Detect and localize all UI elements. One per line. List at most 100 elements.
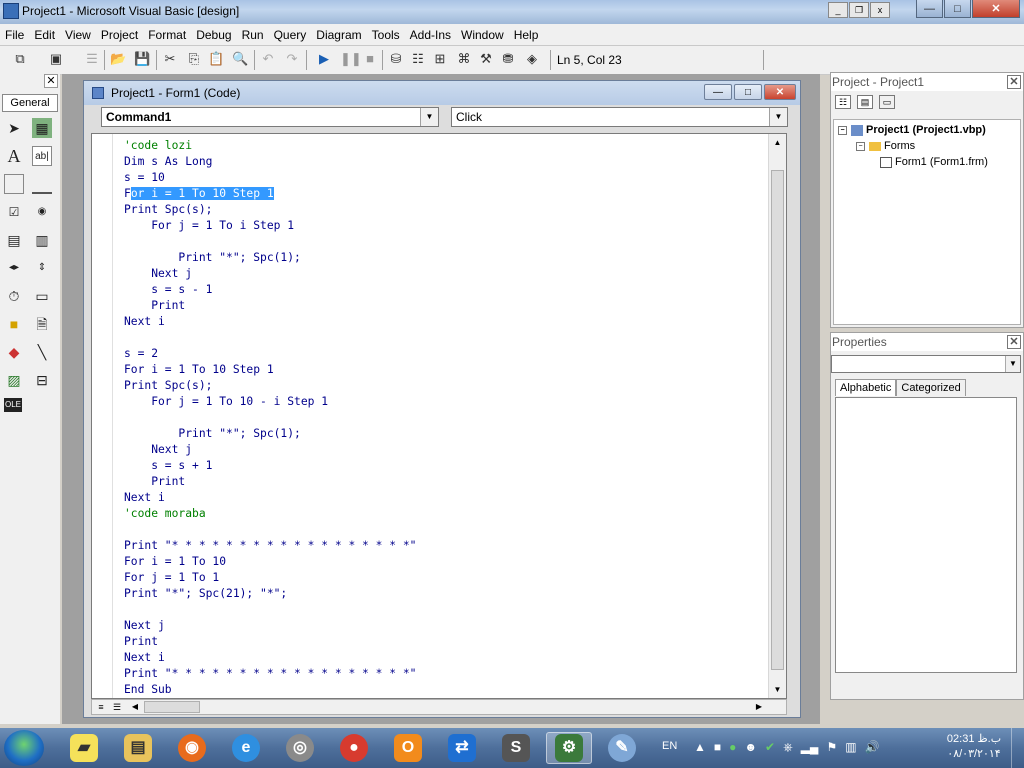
taskbar-ie[interactable]: e [224, 732, 268, 764]
menu-project[interactable]: Project [96, 28, 143, 42]
menu-debug[interactable]: Debug [191, 28, 236, 42]
mdi-close-icon[interactable]: x [870, 2, 890, 18]
object-combo[interactable]: Command1 ▼ [101, 107, 439, 127]
object-browser-icon[interactable]: ⌘ [456, 51, 472, 67]
add-project-icon[interactable]: ⧉ [12, 51, 28, 67]
network-icon[interactable]: ▥ [845, 740, 856, 755]
optionbutton-icon[interactable]: ◉ [32, 202, 52, 222]
code-line[interactable]: Print "* * * * * * * * * * * * * * * * *… [124, 538, 416, 554]
taskbar-teamviewer[interactable]: ⇄ [440, 732, 484, 764]
menu-edit[interactable]: Edit [29, 28, 60, 42]
hscrollbar-icon[interactable]: ◂▸ [4, 258, 24, 278]
commandbutton-icon[interactable] [32, 174, 52, 194]
minimize-button[interactable]: — [916, 0, 943, 18]
shape-icon[interactable]: ◆ [4, 342, 24, 362]
collapse-icon[interactable]: − [856, 141, 865, 151]
menu-format[interactable]: Format [143, 28, 191, 42]
code-line[interactable]: Next i [124, 314, 416, 330]
taskbar-media[interactable]: ◎ [278, 732, 322, 764]
listbox-icon[interactable]: ▥ [32, 230, 52, 250]
menu-query[interactable]: Query [269, 28, 312, 42]
timer-icon[interactable]: ⏱ [4, 286, 24, 306]
code-line[interactable]: Print "*"; Spc(1); [124, 250, 416, 266]
tab-categorized[interactable]: Categorized [896, 379, 966, 396]
object-selector[interactable]: ▼ [831, 355, 1021, 373]
margin-indicator-bar[interactable] [92, 134, 113, 698]
language-indicator[interactable]: EN [662, 740, 677, 752]
taskbar-firefox[interactable]: ◉ [170, 732, 214, 764]
menu-view[interactable]: View [60, 28, 96, 42]
menu-add-ins[interactable]: Add-Ins [405, 28, 456, 42]
code-line[interactable]: Print [124, 298, 416, 314]
open-project-icon[interactable]: 📂 [110, 51, 126, 67]
code-close-button[interactable]: ✕ [764, 84, 796, 100]
code-line[interactable]: s = 10 [124, 170, 416, 186]
add-form-icon[interactable]: ▣ [48, 51, 64, 67]
cut-icon[interactable]: ✂ [162, 51, 178, 67]
toolbox-general-tab[interactable]: General [2, 94, 58, 112]
tab-alphabetic[interactable]: Alphabetic [835, 379, 897, 396]
code-line[interactable]: Next j [124, 266, 416, 282]
view-object-icon[interactable]: ▤ [857, 95, 873, 109]
clock[interactable]: 02:31 ب.ظ ۰۸/۰۳/۲۰۱۴ [942, 732, 1006, 762]
code-line[interactable]: For j = 1 To 1 [124, 570, 416, 586]
show-desktop-button[interactable] [1011, 728, 1024, 768]
find-icon[interactable]: 🔍 [232, 51, 248, 67]
code-line[interactable]: For i = 1 To 10 Step 1 [124, 186, 416, 202]
project-explorer-icon[interactable]: ⛁ [388, 51, 404, 67]
paste-icon[interactable]: 📋 [208, 51, 224, 67]
save-project-icon[interactable]: 💾 [134, 51, 150, 67]
code-line[interactable]: Next j [124, 618, 416, 634]
code-line[interactable]: s = 2 [124, 346, 416, 362]
tree-node-forms[interactable]: − Forms [856, 140, 915, 152]
chevron-down-icon[interactable]: ▼ [1005, 356, 1020, 372]
signal-icon[interactable]: ▂▄ [801, 740, 819, 755]
drivelistbox-icon[interactable]: ▭ [32, 286, 52, 306]
code-line[interactable] [124, 522, 416, 538]
dirlistbox-icon[interactable]: ■ [4, 314, 24, 334]
ole-icon[interactable]: OLE [4, 398, 22, 412]
code-minimize-button[interactable]: — [704, 84, 732, 100]
people-icon[interactable]: ☻ [744, 740, 757, 755]
volume-icon[interactable]: 🔊 [865, 740, 880, 755]
code-line[interactable] [124, 602, 416, 618]
code-selection[interactable]: or i = 1 To 10 Step 1 [130, 187, 274, 200]
taskbar-sticky-notes[interactable]: ▰ [62, 732, 106, 764]
properties-grid[interactable] [835, 397, 1017, 673]
menu-tools[interactable]: Tools [367, 28, 405, 42]
chevron-down-icon[interactable]: ▼ [769, 108, 787, 126]
redo-icon[interactable]: ↷ [284, 51, 300, 67]
menu-diagram[interactable]: Diagram [311, 28, 366, 42]
procedure-combo[interactable]: Click ▼ [451, 107, 788, 127]
toolbox-icon[interactable]: ⚒ [478, 51, 494, 67]
label-icon[interactable]: A [4, 146, 24, 166]
horizontal-scrollbar[interactable]: ≡ ☰ ◀ ▶ [91, 699, 787, 715]
taskbar-app-s[interactable]: S [494, 732, 538, 764]
checkbox-icon[interactable]: ☑ [4, 202, 24, 222]
scroll-right-icon[interactable]: ▶ [752, 700, 766, 714]
menu-window[interactable]: Window [456, 28, 509, 42]
component-manager-icon[interactable]: ◈ [524, 51, 540, 67]
vertical-scrollbar[interactable]: ▲ ▼ [768, 134, 786, 698]
code-line[interactable] [124, 330, 416, 346]
network-share-icon[interactable]: ⎈ [783, 740, 793, 755]
scroll-left-icon[interactable]: ◀ [128, 700, 142, 714]
taskbar-paint[interactable]: ✎ [600, 732, 644, 764]
code-line[interactable]: Print "* * * * * * * * * * * * * * * * *… [124, 666, 416, 682]
properties-close-icon[interactable]: ✕ [1007, 335, 1021, 349]
toolbox-close-icon[interactable]: ✕ [44, 74, 58, 88]
code-line[interactable]: Print [124, 634, 416, 650]
check-icon[interactable]: ✔ [765, 740, 775, 755]
code-line[interactable]: Next j [124, 442, 416, 458]
image-icon[interactable]: ▨ [4, 370, 24, 390]
menu-run[interactable]: Run [237, 28, 269, 42]
code-line[interactable]: For i = 1 To 10 [124, 554, 416, 570]
tree-node-project[interactable]: − Project1 (Project1.vbp) [838, 124, 986, 136]
close-button[interactable]: ✕ [972, 0, 1020, 18]
code-line[interactable]: Print Spc(s); [124, 378, 416, 394]
data-view-icon[interactable]: ⛃ [500, 51, 516, 67]
filelistbox-icon[interactable]: 🗎 [32, 314, 52, 334]
toggle-folders-icon[interactable]: ▭ [879, 95, 895, 109]
scroll-up-icon[interactable]: ▲ [769, 134, 786, 151]
data-control-icon[interactable]: ⊟ [32, 370, 52, 390]
